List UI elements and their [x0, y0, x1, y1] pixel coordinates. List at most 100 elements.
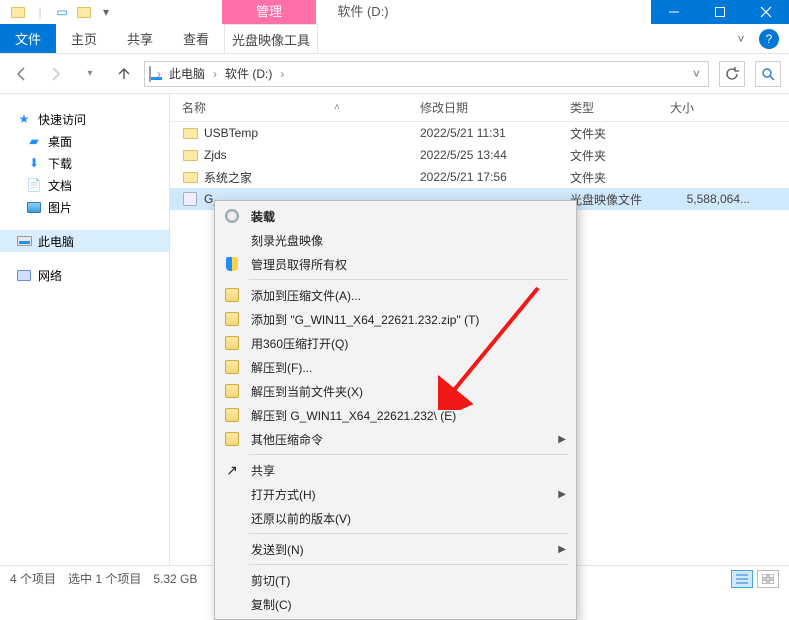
ctx-extract-to[interactable]: 解压到(F)... [215, 355, 576, 379]
ctx-label: 解压到 G_WIN11_X64_22621.232\ (E) [251, 407, 456, 424]
sort-indicator-icon: ˄ [334, 102, 340, 113]
sidebar-label: 网络 [38, 267, 62, 284]
ctx-extract-named[interactable]: 解压到 G_WIN11_X64_22621.232\ (E) [215, 403, 576, 427]
blank-icon [223, 571, 241, 589]
tab-file[interactable]: 文件 [0, 24, 56, 53]
submenu-arrow-icon: ▶ [558, 489, 566, 500]
view-switcher [731, 570, 779, 588]
ctx-label: 添加到压缩文件(A)... [251, 287, 361, 304]
tab-share[interactable]: 共享 [112, 24, 168, 53]
col-type[interactable]: 类型 [570, 99, 670, 116]
sidebar-item-pictures[interactable]: 图片 [0, 196, 169, 218]
ctx-cut[interactable]: 剪切(T) [215, 568, 576, 592]
col-name-label: 名称 [182, 99, 206, 116]
nav-forward-button[interactable] [42, 60, 70, 88]
ctx-add-named-zip[interactable]: 添加到 "G_WIN11_X64_22621.232.zip" (T) [215, 307, 576, 331]
pc-icon [16, 233, 32, 249]
breadcrumb-sep: › [213, 67, 217, 81]
picture-icon [26, 199, 42, 215]
nav-up-button[interactable] [110, 60, 138, 88]
address-dropdown-icon[interactable]: ˅ [693, 67, 704, 81]
ctx-restore-prev[interactable]: 还原以前的版本(V) [215, 506, 576, 530]
ctx-label: 剪切(T) [251, 572, 290, 589]
ctx-extract-here[interactable]: 解压到当前文件夹(X) [215, 379, 576, 403]
window-controls [651, 0, 789, 24]
qat-separator: | [32, 4, 48, 20]
ctx-label: 发送到(N) [251, 541, 304, 558]
tab-disc-tools[interactable]: 光盘映像工具 [224, 24, 318, 53]
file-type: 文件夹 [570, 147, 670, 164]
sidebar-thispc[interactable]: 此电脑 [0, 230, 169, 252]
sidebar-label: 快速访问 [38, 111, 86, 128]
desktop-icon: ▰ [26, 133, 42, 149]
submenu-arrow-icon: ▶ [558, 434, 566, 445]
ctx-send-to[interactable]: 发送到(N) ▶ [215, 537, 576, 561]
folder-icon [182, 169, 198, 185]
archive-icon [223, 430, 241, 448]
ctx-label: 其他压缩命令 [251, 431, 323, 448]
ctx-copy[interactable]: 复制(C) [215, 592, 576, 616]
table-row[interactable]: USBTemp 2022/5/21 11:31 文件夹 [170, 122, 789, 144]
tab-view[interactable]: 查看 [168, 24, 224, 53]
table-row[interactable]: 系统之家 2022/5/21 17:56 文件夹 [170, 166, 789, 188]
search-button[interactable] [755, 61, 781, 87]
qat-customize-icon[interactable]: ▾ [98, 4, 114, 20]
extract-icon [223, 382, 241, 400]
sidebar-label: 桌面 [48, 133, 72, 150]
ctx-separator [249, 454, 568, 455]
sidebar-label: 图片 [48, 199, 72, 216]
tab-home[interactable]: 主页 [56, 24, 112, 53]
mount-icon [223, 207, 241, 225]
shield-icon [223, 255, 241, 273]
view-details-button[interactable] [731, 570, 753, 588]
sidebar-item-documents[interactable]: 📄 文档 [0, 174, 169, 196]
properties-icon[interactable]: ▭ [54, 4, 70, 20]
sidebar-item-desktop[interactable]: ▰ 桌面 [0, 130, 169, 152]
submenu-arrow-icon: ▶ [558, 544, 566, 555]
status-item-count: 4 个项目 [10, 570, 56, 587]
ctx-label: 共享 [251, 462, 275, 479]
col-name[interactable]: 名称 ˄ [170, 99, 420, 116]
blank-icon [223, 540, 241, 558]
col-date[interactable]: 修改日期 [420, 99, 570, 116]
window-title-drive: 软件 (D:) [316, 0, 410, 24]
help-icon[interactable]: ? [759, 29, 779, 49]
file-size: 5,588,064... [670, 192, 750, 206]
ribbon-collapse-icon[interactable]: ˅ [731, 29, 751, 49]
col-size[interactable]: 大小 [670, 99, 750, 116]
ctx-label: 打开方式(H) [251, 486, 316, 503]
breadcrumb-thispc[interactable]: 此电脑 [167, 65, 207, 82]
nav-history-dropdown[interactable]: ▾ [76, 60, 104, 88]
column-headers: 名称 ˄ 修改日期 类型 大小 [170, 94, 789, 122]
ctx-mount[interactable]: 装载 [215, 204, 576, 228]
ctx-admin-own[interactable]: 管理员取得所有权 [215, 252, 576, 276]
maximize-button[interactable] [697, 0, 743, 24]
view-large-button[interactable] [757, 570, 779, 588]
sidebar-network[interactable]: 网络 [0, 264, 169, 286]
extract-icon [223, 358, 241, 376]
ctx-other-compress[interactable]: 其他压缩命令 ▶ [215, 427, 576, 451]
address-bar[interactable]: › 此电脑 › 软件 (D:) › ˅ [144, 61, 709, 87]
file-name: 系统之家 [204, 169, 252, 186]
archive-icon [223, 286, 241, 304]
new-folder-icon[interactable] [76, 4, 92, 20]
blank-icon [223, 485, 241, 503]
breadcrumb-drive[interactable]: 软件 (D:) [223, 65, 274, 82]
ctx-open-360[interactable]: 用360压缩打开(Q) [215, 331, 576, 355]
ctx-add-archive[interactable]: 添加到压缩文件(A)... [215, 283, 576, 307]
table-row[interactable]: Zjds 2022/5/25 13:44 文件夹 [170, 144, 789, 166]
close-button[interactable] [743, 0, 789, 24]
breadcrumb-sep: › [280, 67, 284, 81]
file-type: 光盘映像文件 [570, 191, 670, 208]
ctx-open-with[interactable]: 打开方式(H) ▶ [215, 482, 576, 506]
refresh-button[interactable] [719, 61, 745, 87]
ctx-burn[interactable]: 刻录光盘映像 [215, 228, 576, 252]
sidebar-item-downloads[interactable]: ⬇ 下载 [0, 152, 169, 174]
context-tab-manage[interactable]: 管理 [222, 0, 316, 24]
minimize-button[interactable] [651, 0, 697, 24]
share-icon: ↗ [223, 461, 241, 479]
file-type: 文件夹 [570, 169, 670, 186]
ctx-share[interactable]: ↗ 共享 [215, 458, 576, 482]
sidebar-quick-access[interactable]: ★ 快速访问 [0, 108, 169, 130]
nav-back-button[interactable] [8, 60, 36, 88]
